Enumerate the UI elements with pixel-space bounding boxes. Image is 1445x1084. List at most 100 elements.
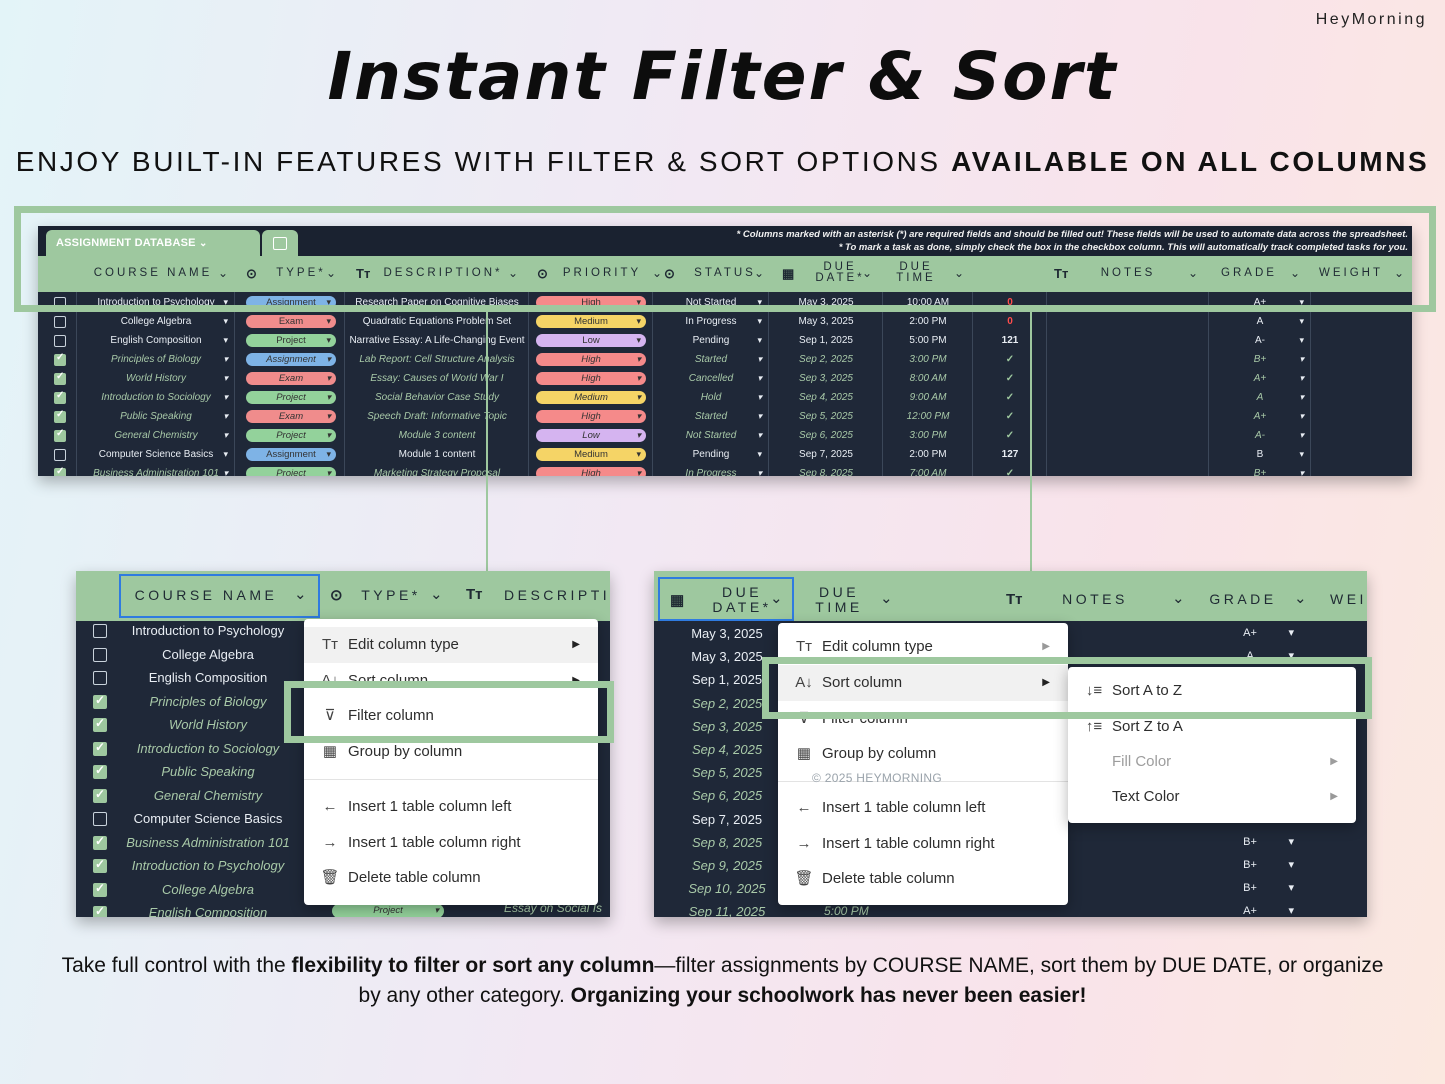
row-checkbox[interactable] bbox=[54, 390, 66, 404]
grade-cell[interactable]: B+ bbox=[1210, 877, 1294, 900]
row-checkbox[interactable] bbox=[93, 857, 107, 873]
grade-cell[interactable]: A bbox=[1210, 388, 1310, 407]
row-checkbox[interactable] bbox=[93, 881, 107, 897]
course-cell[interactable]: General Chemistry bbox=[120, 784, 296, 808]
priority-pill[interactable]: High bbox=[536, 353, 646, 366]
menu-edit-column-type[interactable]: Tт Edit column type ▶ bbox=[304, 627, 598, 663]
row-checkbox[interactable] bbox=[93, 763, 107, 779]
row-checkbox[interactable] bbox=[54, 409, 66, 423]
row-checkbox[interactable] bbox=[93, 787, 107, 803]
menu-text-color[interactable]: Text Color ▶ bbox=[1068, 779, 1356, 815]
course-cell[interactable]: Introduction to Psychology bbox=[120, 854, 296, 878]
menu-insert-column-right[interactable]: → Insert 1 table column right bbox=[304, 825, 598, 861]
type-pill[interactable]: Project bbox=[246, 391, 336, 404]
menu-insert-column-left[interactable]: ← Insert 1 table column left bbox=[778, 790, 1068, 826]
chevron-down-icon[interactable]: ⌄ bbox=[430, 585, 443, 603]
menu-insert-column-left[interactable]: ← Insert 1 table column left bbox=[304, 789, 598, 825]
status-cell[interactable]: In Progress bbox=[654, 464, 768, 476]
header-due-time[interactable]: DUE TIME bbox=[804, 585, 874, 615]
status-cell[interactable]: In Progress bbox=[654, 312, 768, 331]
type-pill[interactable]: Project bbox=[332, 904, 444, 917]
row-checkbox[interactable] bbox=[93, 624, 107, 638]
row-checkbox[interactable] bbox=[54, 449, 66, 461]
course-cell[interactable]: English Composition bbox=[120, 901, 296, 917]
grade-cell[interactable]: A+ bbox=[1210, 622, 1294, 645]
row-checkbox[interactable] bbox=[54, 335, 66, 347]
course-cell[interactable]: Principles of Biology bbox=[120, 690, 296, 714]
priority-pill[interactable]: High bbox=[536, 372, 646, 385]
priority-pill[interactable]: Low bbox=[536, 334, 646, 347]
row-checkbox[interactable] bbox=[93, 834, 107, 850]
course-cell[interactable]: Principles of Biology bbox=[78, 350, 234, 369]
row-checkbox[interactable] bbox=[93, 693, 107, 709]
course-cell[interactable]: General Chemistry bbox=[78, 426, 234, 445]
course-cell[interactable]: English Composition bbox=[120, 666, 296, 690]
course-cell[interactable]: College Algebra bbox=[120, 878, 296, 902]
menu-group-by-column[interactable]: ▦ Group by column bbox=[778, 736, 1068, 772]
menu-insert-column-right[interactable]: → Insert 1 table column right bbox=[778, 826, 1068, 862]
row-checkbox[interactable] bbox=[54, 352, 66, 366]
course-cell[interactable]: College Algebra bbox=[120, 643, 296, 667]
menu-delete-column[interactable]: 🗑 Delete table column bbox=[304, 860, 598, 896]
grade-cell[interactable]: B bbox=[1210, 445, 1310, 464]
header-notes[interactable]: NOTES bbox=[1060, 592, 1130, 607]
chevron-down-icon[interactable]: ⌄ bbox=[1172, 589, 1185, 607]
type-pill[interactable]: Exam bbox=[246, 410, 336, 423]
chevron-down-icon[interactable]: ⌄ bbox=[880, 589, 893, 607]
header-course-name[interactable]: COURSE NAME bbox=[126, 588, 286, 603]
status-cell[interactable]: Started bbox=[654, 350, 768, 369]
course-cell[interactable]: Public Speaking bbox=[120, 760, 296, 784]
course-cell[interactable]: World History bbox=[120, 713, 296, 737]
row-checkbox[interactable] bbox=[93, 740, 107, 756]
status-cell[interactable]: Hold bbox=[654, 388, 768, 407]
type-pill[interactable]: Exam bbox=[246, 372, 336, 385]
row-checkbox[interactable] bbox=[93, 647, 107, 662]
priority-pill[interactable]: Medium bbox=[536, 315, 646, 328]
course-cell[interactable]: Introduction to Sociology bbox=[120, 737, 296, 761]
row-checkbox[interactable] bbox=[54, 371, 66, 385]
priority-pill[interactable]: High bbox=[536, 467, 646, 476]
grade-cell[interactable]: B+ bbox=[1210, 854, 1294, 877]
grade-cell[interactable]: A+ bbox=[1210, 369, 1310, 388]
type-pill[interactable]: Project bbox=[246, 334, 336, 347]
priority-pill[interactable]: Medium bbox=[536, 448, 646, 461]
course-cell[interactable]: World History bbox=[78, 369, 234, 388]
grade-cell[interactable]: A- bbox=[1210, 331, 1310, 350]
row-checkbox[interactable] bbox=[54, 316, 66, 328]
menu-delete-column[interactable]: 🗑 Delete table column bbox=[778, 861, 1068, 897]
course-cell[interactable]: College Algebra bbox=[78, 312, 234, 331]
type-pill[interactable]: Assignment bbox=[246, 353, 336, 366]
row-checkbox[interactable] bbox=[54, 466, 66, 476]
header-weight[interactable]: WEI bbox=[1330, 592, 1367, 607]
course-cell[interactable]: Introduction to Psychology bbox=[120, 619, 296, 643]
status-cell[interactable]: Not Started bbox=[654, 426, 768, 445]
grade-cell[interactable]: A+ bbox=[1210, 900, 1294, 917]
priority-pill[interactable]: Medium bbox=[536, 391, 646, 404]
grade-cell[interactable]: A- bbox=[1210, 426, 1310, 445]
course-cell[interactable]: Business Administration 101 bbox=[120, 831, 296, 855]
row-checkbox[interactable] bbox=[93, 716, 107, 732]
row-checkbox[interactable] bbox=[93, 671, 107, 685]
row-checkbox[interactable] bbox=[93, 812, 107, 826]
priority-pill[interactable]: High bbox=[536, 410, 646, 423]
course-cell[interactable]: English Composition bbox=[78, 331, 234, 350]
type-pill[interactable]: Project bbox=[246, 429, 336, 442]
grade-cell[interactable]: B+ bbox=[1210, 831, 1294, 854]
grade-cell[interactable]: B+ bbox=[1210, 464, 1310, 476]
row-checkbox[interactable] bbox=[54, 428, 66, 442]
status-cell[interactable]: Pending bbox=[654, 445, 768, 464]
header-type[interactable]: TYPE* bbox=[356, 588, 426, 603]
chevron-down-icon[interactable]: ⌄ bbox=[770, 589, 783, 607]
grade-cell[interactable]: B+ bbox=[1210, 350, 1310, 369]
header-grade[interactable]: GRADE bbox=[1208, 592, 1278, 607]
priority-pill[interactable]: Low bbox=[536, 429, 646, 442]
grade-cell[interactable]: A+ bbox=[1210, 407, 1310, 426]
type-pill[interactable]: Project bbox=[246, 467, 336, 476]
course-cell[interactable]: Computer Science Basics bbox=[120, 807, 296, 831]
type-pill[interactable]: Exam bbox=[246, 315, 336, 328]
header-description[interactable]: DESCRIPTIO bbox=[504, 588, 610, 603]
course-cell[interactable]: Public Speaking bbox=[78, 407, 234, 426]
row-checkbox[interactable] bbox=[93, 904, 107, 917]
course-cell[interactable]: Introduction to Sociology bbox=[78, 388, 234, 407]
chevron-down-icon[interactable]: ⌄ bbox=[294, 585, 307, 603]
